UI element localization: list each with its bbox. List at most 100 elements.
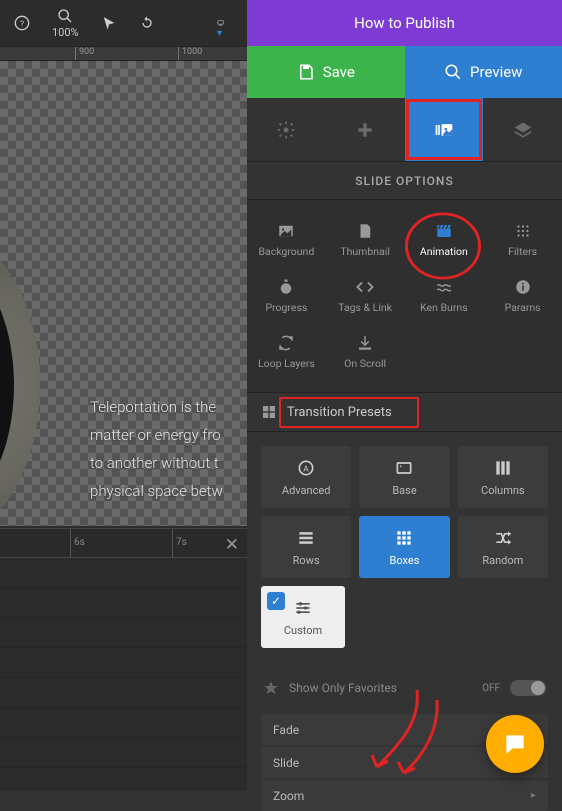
- time-tick: 6s: [70, 529, 85, 559]
- cursor-icon[interactable]: [101, 15, 117, 31]
- monitor-icon[interactable]: ▼: [217, 15, 233, 31]
- time-ruler: 6s 7s ✕: [0, 528, 247, 558]
- option-label: Tags & Link: [338, 301, 392, 314]
- preset-columns[interactable]: Columns: [458, 446, 548, 508]
- option-label: Filters: [508, 245, 537, 258]
- file-icon: [356, 222, 374, 240]
- loop-icon: [277, 334, 295, 352]
- zoom-control[interactable]: 100%: [52, 8, 79, 38]
- top-toolbar: ? 100% ▼: [0, 0, 247, 46]
- random-icon: [493, 528, 513, 548]
- slide-options-header: SLIDE OPTIONS: [247, 162, 562, 200]
- preset-label: Custom: [284, 624, 322, 637]
- star-icon[interactable]: [263, 680, 279, 696]
- option-label: On Scroll: [344, 357, 386, 370]
- chat-icon: [502, 731, 528, 757]
- checkmark-icon: ✓: [267, 592, 285, 610]
- save-button[interactable]: Save: [247, 46, 405, 98]
- save-label: Save: [323, 63, 355, 81]
- preset-label: Boxes: [390, 554, 420, 567]
- preset-label: Base: [392, 484, 416, 497]
- timeline-tracks[interactable]: [0, 558, 247, 791]
- option-label: Loop Layers: [258, 357, 315, 370]
- boxes-icon: [394, 528, 414, 548]
- preset-label: Columns: [481, 484, 525, 497]
- preset-boxes[interactable]: Boxes: [359, 516, 449, 578]
- option-label: Ken Burns: [420, 301, 468, 314]
- horizontal-ruler: 900 1000: [0, 46, 247, 61]
- favorites-state: OFF: [482, 683, 500, 694]
- preset-advanced[interactable]: AAdvanced: [261, 446, 351, 508]
- stopwatch-icon: [277, 278, 295, 296]
- advanced-icon: A: [296, 458, 316, 478]
- panel-tabs: [247, 98, 562, 162]
- sidebar: How to Publish Save Preview SLIDE OPTION…: [247, 0, 562, 791]
- option-progress[interactable]: Progress: [247, 268, 326, 324]
- zoom-level: 100%: [52, 27, 79, 38]
- waves-icon: [435, 278, 453, 296]
- option-background[interactable]: Background: [247, 212, 326, 268]
- gear-icon: [276, 120, 296, 140]
- download-icon: [356, 334, 374, 352]
- preview-icon: [444, 63, 462, 81]
- columns-icon: [493, 458, 513, 478]
- chat-fab[interactable]: [486, 715, 544, 773]
- tab-slide[interactable]: [405, 98, 484, 161]
- ruler-tick: 1000: [178, 47, 202, 61]
- preset-rows[interactable]: Rows: [261, 516, 351, 578]
- option-params[interactable]: Params: [483, 268, 562, 324]
- ruler-tick: 900: [75, 47, 94, 61]
- timeline-close-icon[interactable]: ✕: [225, 535, 239, 555]
- favorites-row: Show Only Favorites OFF: [247, 670, 562, 706]
- tab-add[interactable]: [326, 98, 405, 161]
- favorites-toggle[interactable]: [510, 680, 546, 696]
- option-tags-link[interactable]: Tags & Link: [326, 268, 405, 324]
- plus-icon: [355, 120, 375, 140]
- image-icon: [277, 222, 295, 240]
- tab-layers[interactable]: [483, 98, 562, 161]
- help-icon[interactable]: ?: [14, 15, 30, 31]
- preview-button[interactable]: Preview: [405, 46, 562, 98]
- tab-settings[interactable]: [247, 98, 326, 161]
- svg-text:A: A: [303, 464, 309, 474]
- preset-random[interactable]: Random: [458, 516, 548, 578]
- option-ken-burns[interactable]: Ken Burns: [405, 268, 484, 324]
- option-filters[interactable]: Filters: [483, 212, 562, 268]
- preset-base[interactable]: Base: [359, 446, 449, 508]
- option-thumbnail[interactable]: Thumbnail: [326, 212, 405, 268]
- undo-icon[interactable]: [139, 15, 155, 31]
- transition-presets-header[interactable]: Transition Presets: [247, 392, 562, 432]
- option-label: Progress: [265, 301, 307, 314]
- sliders-icon: [293, 598, 313, 618]
- canvas-area: ? 100% ▼ 900 1000 Teleportation is the m…: [0, 0, 247, 791]
- option-animation[interactable]: Animation: [405, 212, 484, 268]
- search-icon: [57, 8, 73, 24]
- save-icon: [297, 63, 315, 81]
- slide-options-title: SLIDE OPTIONS: [355, 174, 453, 188]
- transition-presets-label: Transition Presets: [287, 405, 392, 420]
- base-icon: [394, 458, 414, 478]
- option-on-scroll[interactable]: On Scroll: [326, 324, 405, 380]
- svg-text:?: ?: [20, 19, 24, 29]
- clapper-icon: [435, 222, 453, 240]
- how-to-publish-button[interactable]: How to Publish: [247, 0, 562, 46]
- publish-label: How to Publish: [354, 14, 455, 32]
- preset-custom[interactable]: ✓ Custom: [261, 586, 345, 648]
- slide-icon: [434, 120, 454, 140]
- transition-name: Slide: [273, 756, 299, 770]
- preview-label: Preview: [470, 63, 522, 81]
- option-label: Params: [505, 301, 541, 314]
- presets-icon: [261, 404, 277, 420]
- code-icon: [356, 278, 374, 296]
- layers-icon: [513, 120, 533, 140]
- chevron-right-icon: ▸: [531, 790, 536, 801]
- option-loop-layers[interactable]: Loop Layers: [247, 324, 326, 380]
- transition-item-zoom[interactable]: Zoom▸: [261, 780, 548, 811]
- favorites-label: Show Only Favorites: [289, 681, 397, 695]
- transition-name: Fade: [273, 723, 299, 737]
- info-icon: [514, 278, 532, 296]
- preset-label: Rows: [293, 554, 320, 567]
- time-tick: 7s: [172, 529, 187, 559]
- option-label: Background: [258, 245, 314, 258]
- grid-dots-icon: [514, 222, 532, 240]
